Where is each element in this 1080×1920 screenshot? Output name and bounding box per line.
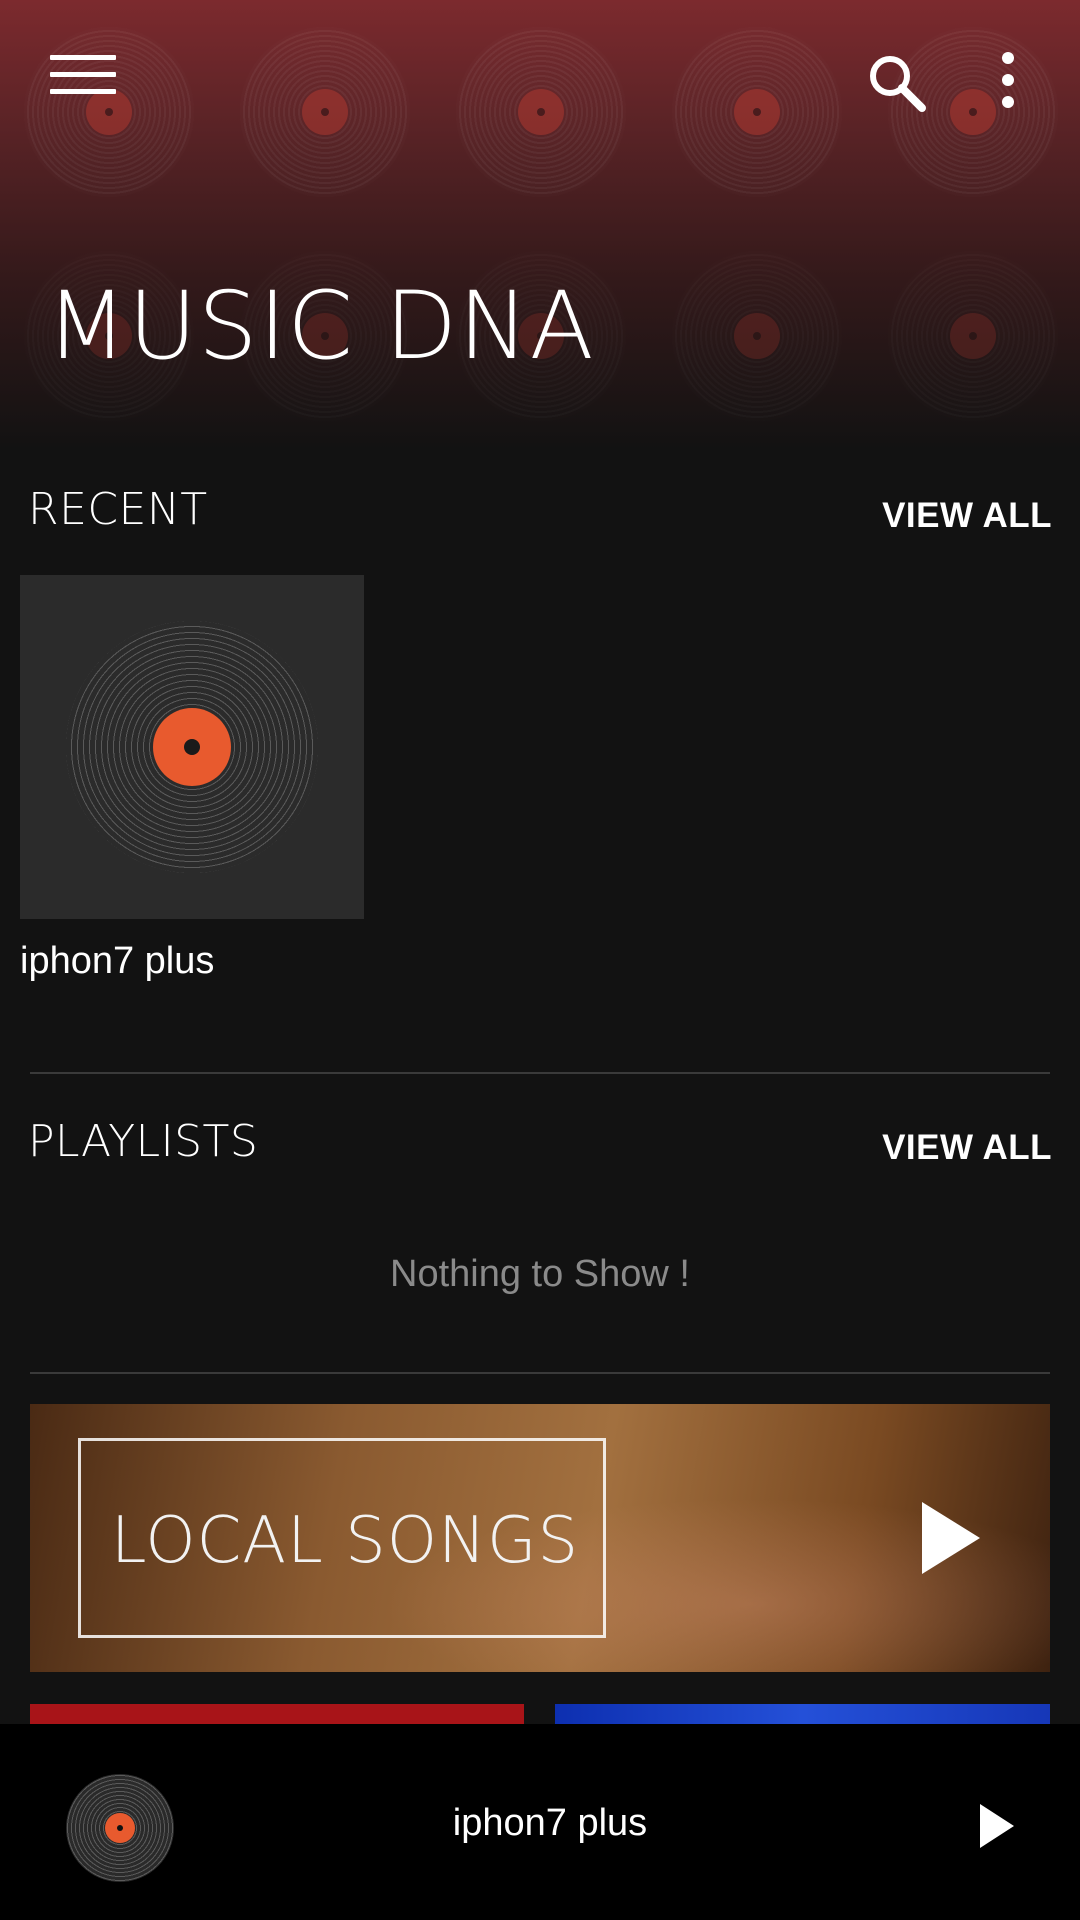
vinyl-decor-icon xyxy=(888,251,1058,421)
mini-player[interactable]: iphon7 plus xyxy=(0,1724,1080,1920)
vinyl-decor-icon xyxy=(24,27,194,197)
section-divider xyxy=(30,1372,1050,1374)
playlists-empty-message: Nothing to Show ! xyxy=(390,1253,690,1295)
recent-item-card[interactable] xyxy=(20,575,364,919)
section-divider xyxy=(30,1072,1050,1074)
recent-view-all-button[interactable]: VIEW ALL xyxy=(882,496,1052,536)
local-songs-banner[interactable]: LOCAL SONGS xyxy=(30,1404,1050,1672)
recent-section-title: RECENT xyxy=(28,484,208,535)
vinyl-decor-icon xyxy=(672,27,842,197)
app-title: MUSIC DNA xyxy=(46,272,595,381)
vinyl-decor-icon xyxy=(240,27,410,197)
local-songs-label: LOCAL SONGS xyxy=(110,1504,580,1578)
local-songs-label-box: LOCAL SONGS xyxy=(78,1438,606,1638)
player-album-art-icon[interactable] xyxy=(66,1774,174,1882)
recent-item-title[interactable]: iphon7 plus xyxy=(20,940,214,983)
play-icon[interactable] xyxy=(922,1502,980,1574)
player-track-title[interactable]: iphon7 plus xyxy=(300,1802,800,1845)
playlists-view-all-button[interactable]: VIEW ALL xyxy=(882,1128,1052,1168)
search-icon[interactable] xyxy=(866,52,926,112)
vinyl-decor-icon xyxy=(672,251,842,421)
hamburger-menu-icon[interactable] xyxy=(50,55,116,109)
playlists-section-title: PLAYLISTS xyxy=(28,1116,259,1167)
play-icon[interactable] xyxy=(980,1804,1014,1848)
vinyl-decor-icon xyxy=(456,27,626,197)
header: MUSIC DNA xyxy=(0,0,1080,450)
more-vert-icon[interactable] xyxy=(990,52,1026,112)
vinyl-record-icon xyxy=(66,621,318,873)
app-root: MUSIC DNA RECENT VIEW ALL iphon7 plus PL… xyxy=(0,0,1080,1920)
